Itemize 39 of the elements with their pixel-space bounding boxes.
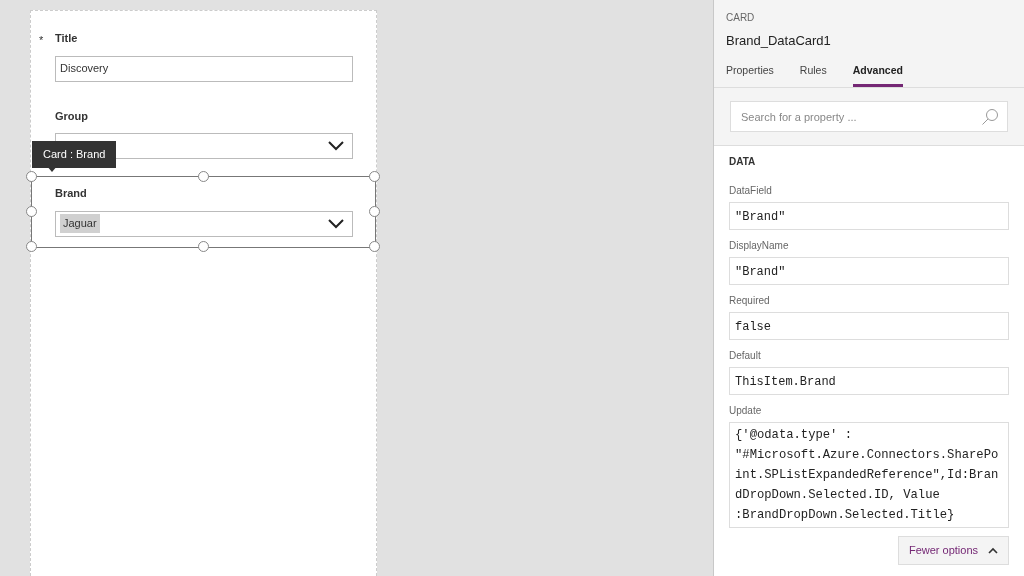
fewer-options-button[interactable]: Fewer options: [897, 536, 1009, 565]
search-icon: [981, 107, 999, 126]
resize-handle[interactable]: [26, 240, 37, 252]
panel-tab[interactable]: Rules: [799, 62, 827, 88]
field-label: Group: [55, 108, 88, 124]
resize-handle[interactable]: [197, 171, 209, 182]
property-label: Default: [729, 349, 762, 364]
property-label: DataField: [729, 184, 773, 199]
property-label: Update: [729, 404, 763, 419]
resize-handle[interactable]: [197, 240, 209, 252]
section-heading: DATA: [729, 155, 757, 170]
resize-handle[interactable]: [369, 240, 380, 252]
property-label: Required: [729, 294, 771, 309]
dropdown-field[interactable]: Jaguar: [55, 210, 353, 237]
required-mark: *: [39, 33, 44, 48]
panel-type-label: CARD: [726, 11, 756, 25]
property-value-field[interactable]: "Brand": [729, 202, 1009, 231]
panel-tab[interactable]: Properties: [726, 62, 774, 88]
field-label: Brand: [55, 186, 87, 201]
field-value: Discovery: [60, 61, 109, 77]
chevron-up-icon: [988, 547, 998, 554]
panel-title: Brand_DataCard1: [726, 32, 832, 50]
search-box[interactable]: Search for a property ...: [730, 101, 1008, 133]
property-value-field[interactable]: ThisItem.Brand: [729, 367, 1009, 396]
resize-handle[interactable]: [26, 205, 37, 217]
property-label: DisplayName: [729, 239, 790, 254]
chevron-down-icon: [328, 141, 344, 151]
tooltip-pointer: [46, 165, 58, 172]
property-value-field[interactable]: false: [729, 312, 1009, 341]
chevron-down-icon: [328, 218, 344, 229]
resize-handle[interactable]: [369, 171, 380, 182]
resize-handle[interactable]: [26, 171, 37, 182]
dropdown-value: Jaguar: [60, 214, 100, 233]
property-value-field[interactable]: {'@odata.type' : "#Microsoft.Azure.Connectors.SharePoint.SPListExpandedReference",Id:BrandDropDown.Selected.ID, Value :BrandDropDown.Selected.Title}: [729, 422, 1009, 529]
property-value-field[interactable]: "Brand": [729, 257, 1009, 286]
text-field[interactable]: Discovery: [55, 55, 353, 82]
field-label: Title: [55, 31, 78, 46]
resize-handle[interactable]: [369, 205, 380, 217]
tooltip: Card : Brand: [32, 141, 117, 168]
